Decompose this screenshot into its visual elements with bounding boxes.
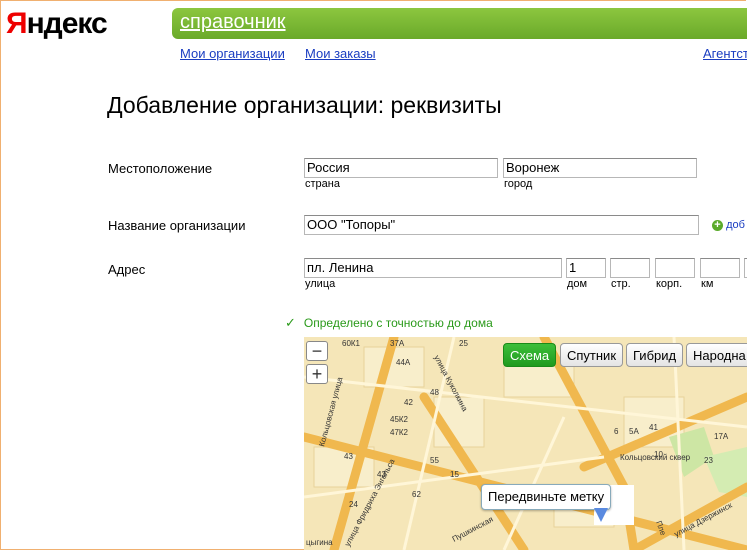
map-type-people-button[interactable]: Народна — [686, 343, 747, 367]
city-input[interactable]: Воронеж — [503, 158, 697, 178]
nav-agents[interactable]: Агентст — [703, 46, 747, 61]
km-caption: км — [701, 278, 714, 290]
section-header-bar: справочник — [172, 8, 747, 39]
map-type-satellite-button[interactable]: Спутник — [560, 343, 624, 367]
map-label: 42 — [404, 398, 413, 407]
yandex-logo[interactable]: Яндекс — [6, 4, 108, 44]
plus-icon: + — [712, 219, 723, 231]
location-label: Местоположение — [108, 161, 213, 176]
map-widget[interactable]: 60К1 37А 25 44А 42 48 45К2 47К2 43 55 43… — [304, 337, 747, 550]
map-type-hybrid-button[interactable]: Гибрид — [626, 343, 684, 367]
map-label: 15 — [450, 470, 459, 479]
map-label: 43 — [344, 452, 353, 461]
map-label: 37А — [390, 339, 405, 348]
map-canvas[interactable]: 60К1 37А 25 44А 42 48 45К2 47К2 43 55 43… — [304, 337, 747, 550]
house-input[interactable]: 1 — [566, 258, 606, 278]
map-label: 47К2 — [390, 428, 409, 437]
add-name-link-text: доб — [726, 219, 745, 231]
building-input[interactable] — [610, 258, 650, 278]
section-title-link[interactable]: справочник — [180, 11, 286, 34]
map-label: 48 — [430, 388, 439, 397]
precision-text: Определено с точностью до дома — [303, 316, 493, 330]
korpus-input[interactable] — [655, 258, 695, 278]
checkmark-icon: ✓ — [285, 315, 296, 330]
street-label: цыгина — [306, 538, 333, 547]
building-caption: стр. — [611, 278, 631, 290]
move-marker-tooltip: Передвиньте метку — [481, 484, 612, 510]
map-label: 55 — [430, 456, 439, 465]
zoom-in-button[interactable]: + — [306, 364, 328, 384]
logo-initial: Я — [6, 7, 28, 40]
address-label: Адрес — [108, 262, 146, 277]
street-caption: улица — [305, 278, 336, 290]
map-label: 6 — [614, 427, 619, 436]
map-label: 24 — [349, 500, 358, 509]
nav-my-orders[interactable]: Мои заказы — [305, 46, 376, 61]
map-label: 23 — [704, 456, 713, 465]
park-label: Кольцовский сквер — [620, 453, 691, 462]
house-caption: дом — [567, 278, 588, 290]
org-name-label: Название организации — [108, 218, 246, 233]
km-input[interactable] — [700, 258, 740, 278]
map-type-scheme-button[interactable]: Схема — [503, 343, 557, 367]
country-caption: страна — [305, 178, 340, 190]
korpus-caption: корп. — [656, 278, 683, 290]
map-marker-icon[interactable] — [594, 508, 608, 522]
map-label: 41 — [649, 423, 658, 432]
logo-rest: ндекс — [26, 7, 108, 40]
street-input[interactable]: пл. Ленина — [304, 258, 562, 278]
map-label: 25 — [459, 339, 468, 348]
map-label: 62 — [412, 490, 421, 499]
map-label: 5А — [629, 427, 639, 436]
page-title: Добавление организации: реквизиты — [107, 92, 502, 118]
nav-my-organizations[interactable]: Мои организации — [180, 46, 285, 61]
zoom-out-button[interactable]: − — [306, 341, 328, 361]
map-label: 44А — [396, 358, 411, 367]
precision-status: ✓ Определено с точностью до дома — [285, 315, 493, 331]
map-label: 17А — [714, 432, 729, 441]
city-caption: город — [504, 178, 533, 190]
add-name-link[interactable]: + доб — [712, 219, 745, 231]
map-label: 60К1 — [342, 339, 361, 348]
country-input[interactable]: Россия — [304, 158, 498, 178]
org-name-input[interactable]: ООО "Топоры" — [304, 215, 699, 235]
map-label: 45К2 — [390, 415, 409, 424]
